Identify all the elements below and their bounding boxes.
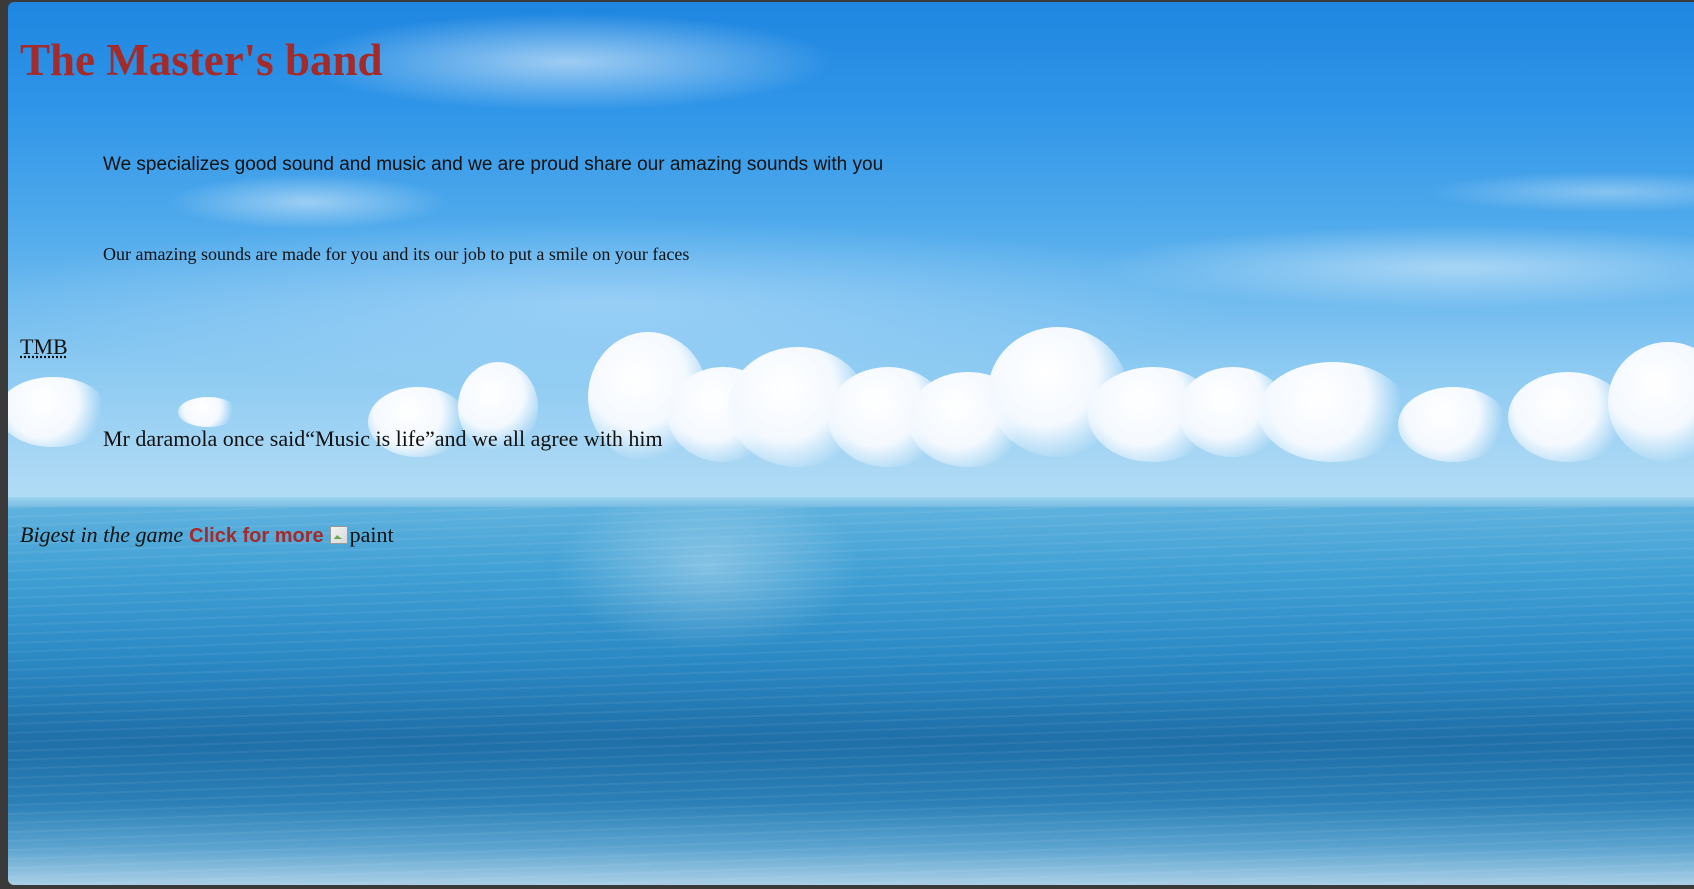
tagline-row: Bigest in the game Click for more paint	[20, 522, 394, 548]
image-alt-text: paint	[349, 522, 394, 547]
intro-paragraph: We specializes good sound and music and …	[103, 154, 884, 175]
browser-viewport: The Master's band We specializes good so…	[8, 2, 1694, 885]
tagline-text: Bigest in the game	[20, 522, 184, 547]
quote-paragraph: Mr daramola once said“Music is life”and …	[103, 426, 663, 451]
broken-image: paint	[329, 522, 394, 548]
mission-paragraph: Our amazing sounds are made for you and …	[103, 244, 690, 264]
background-sea	[8, 507, 1694, 885]
click-for-more-link[interactable]: Click for more	[189, 525, 323, 548]
broken-image-icon	[329, 526, 348, 544]
page-title: The Master's band	[20, 35, 383, 85]
band-abbreviation[interactable]: TMB	[20, 334, 68, 360]
